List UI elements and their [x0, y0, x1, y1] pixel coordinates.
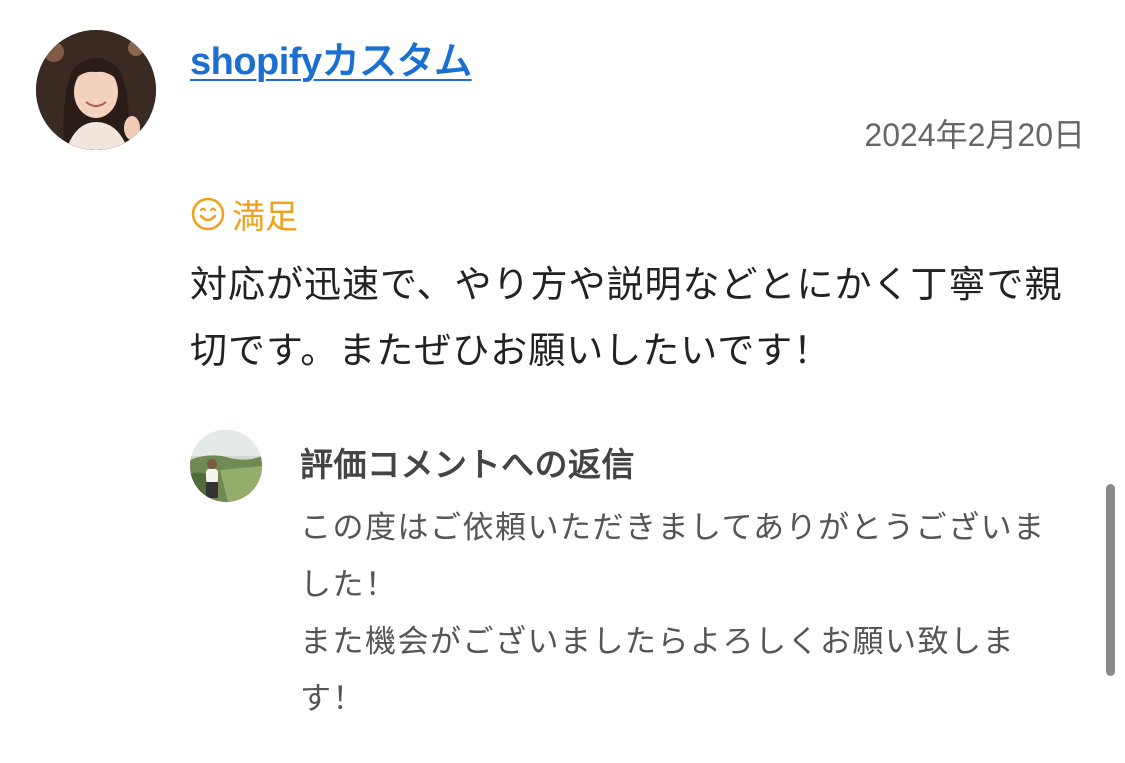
review-date: 2024年2月20日: [864, 117, 1085, 153]
smile-icon: [191, 197, 225, 231]
reply-line: また機会がございましたらよろしくお願い致します！: [300, 624, 1015, 717]
reviewer-avatar-image: [36, 30, 156, 150]
reply-body: この度はご依頼いただきましてありがとうございました！ また機会がございましたらよ…: [300, 500, 1060, 728]
reply-title: 評価コメントへの返信: [300, 445, 635, 484]
seller-avatar-image: [190, 430, 262, 502]
review-card: shopifyカスタム 2024年2月20日 満足 対応が迅速で、やり方や説明な…: [0, 0, 1125, 763]
reviewer-name-link[interactable]: shopifyカスタム: [190, 30, 472, 85]
rating-label: 満足: [232, 197, 298, 236]
review-comment: 対応が迅速で、やり方や説明などとにかく丁寧で親切です。またぜひお願いしたいです！: [190, 263, 1063, 372]
reviewer-avatar[interactable]: [36, 30, 156, 150]
rating: 満足: [190, 190, 298, 238]
scrollbar-thumb[interactable]: [1106, 484, 1115, 676]
reply-line: この度はご依頼いただきましてありがとうございました！: [300, 510, 1046, 603]
seller-avatar[interactable]: [190, 430, 262, 502]
